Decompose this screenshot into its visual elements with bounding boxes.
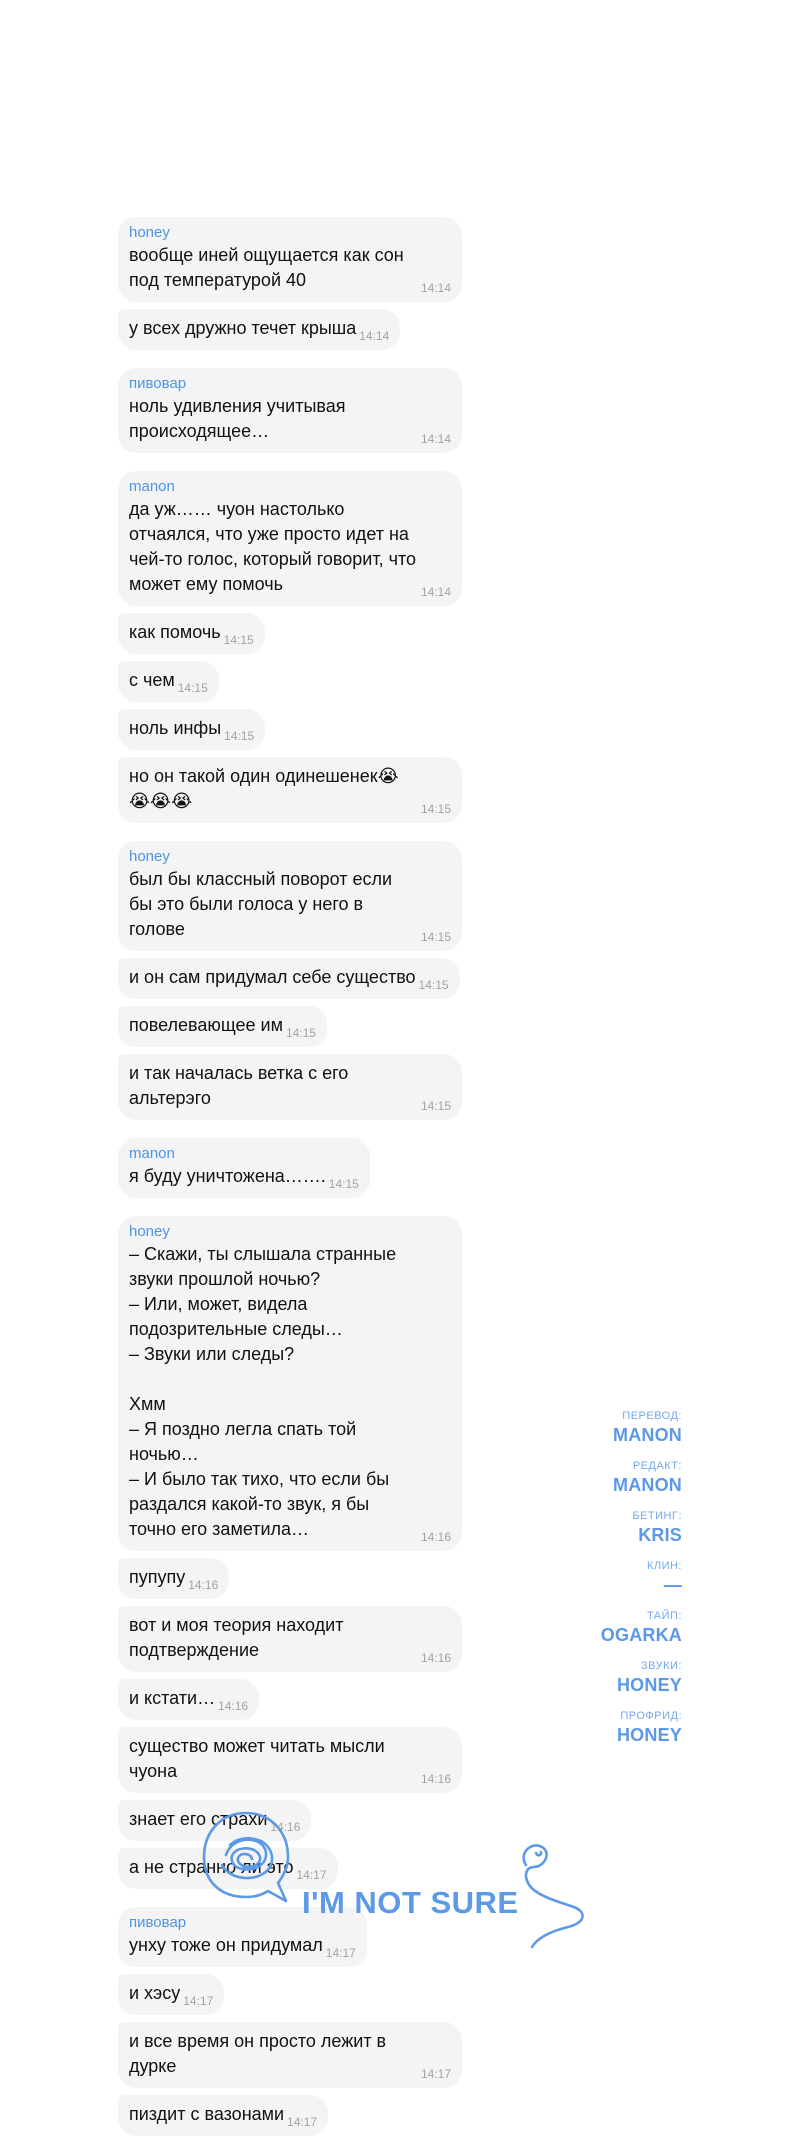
credit-role: ПЕРЕВОД: <box>622 1410 682 1422</box>
message-bubble[interactable]: и так началась ветка с его альтерэго 14:1… <box>118 1054 462 1120</box>
message-bubble[interactable]: и кстати… 14:16 <box>118 1679 260 1720</box>
message-text: вот и моя теория находит подтверждение <box>129 1615 349 1660</box>
sender-name[interactable]: manon <box>129 478 418 496</box>
message-text: но он такой один одинешенек😭😭😭😭 <box>129 766 399 811</box>
message-timestamp: 14:14 <box>359 329 390 343</box>
logo-text: I'M NOT SURE <box>302 1885 519 1920</box>
sender-name[interactable]: honey <box>129 848 418 866</box>
credit-entry: ТАЙП: OGARKA <box>601 1610 682 1647</box>
message-bubble[interactable]: и все время он просто лежит в дурке 14:17 <box>118 2022 462 2088</box>
message-bubble[interactable]: существо может читать мысли чуона 14:16 <box>118 1727 462 1793</box>
message-timestamp: 14:16 <box>420 1772 451 1786</box>
credit-name: MANON <box>613 1475 682 1495</box>
credit-name: HONEY <box>616 1675 682 1695</box>
message-text: я буду уничтожена……. <box>129 1166 326 1186</box>
credit-entry: ЗВУКИ: HONEY <box>601 1660 682 1697</box>
message-bubble[interactable]: и хэсу 14:17 <box>118 1974 225 2015</box>
message-text: и так началась ветка с его альтерэго <box>129 1063 354 1108</box>
message-timestamp: 14:14 <box>420 281 451 295</box>
message-text: как помочь <box>129 622 221 642</box>
message-text: пупупу <box>129 1567 186 1587</box>
message-bubble[interactable]: honey вообще иней ощущается как сон под т… <box>118 217 462 302</box>
message-timestamp: 14:15 <box>420 1099 451 1113</box>
credit-name: KRIS <box>638 1525 682 1545</box>
message-bubble[interactable]: но он такой один одинешенек😭😭😭😭 14:15 <box>118 757 462 823</box>
message-bubble[interactable]: manon я буду уничтожена……. 14:15 <box>118 1138 370 1198</box>
sender-name[interactable]: honey <box>129 1223 418 1241</box>
group-gap <box>118 1127 498 1138</box>
message-bubble[interactable]: ноль инфы 14:15 <box>118 709 266 750</box>
message-timestamp: 14:14 <box>420 432 451 446</box>
message-bubble[interactable]: honey был бы классный поворот если бы это… <box>118 841 462 951</box>
message-text: существо может читать мысли чуона <box>129 1736 390 1781</box>
message-timestamp: 14:17 <box>287 2115 318 2129</box>
message-bubble[interactable]: пупупу 14:16 <box>118 1558 230 1599</box>
message-timestamp: 14:16 <box>420 1530 451 1544</box>
credit-entry: РЕДАКТ: MANON <box>601 1460 682 1497</box>
message-bubble[interactable]: вот и моя теория находит подтверждение 14… <box>118 1606 462 1672</box>
group-gap <box>118 460 498 471</box>
message-text: повелевающее им <box>129 1015 283 1035</box>
message-text: был бы классный поворот если бы это были… <box>129 869 398 939</box>
message-timestamp: 14:16 <box>218 1699 249 1713</box>
message-bubble[interactable]: с чем 14:15 <box>118 661 219 702</box>
credit-name: OGARKA <box>600 1625 682 1645</box>
message-timestamp: 14:15 <box>177 681 208 695</box>
credit-role: БЕТИНГ: <box>632 1510 682 1522</box>
group-gap <box>118 1205 498 1216</box>
message-bubble[interactable]: и он сам придумал себе существо 14:15 <box>118 958 460 999</box>
message-timestamp: 14:16 <box>188 1578 219 1592</box>
message-timestamp: 14:15 <box>224 729 255 743</box>
message-timestamp: 14:15 <box>223 633 254 647</box>
message-text: и хэсу <box>129 1983 181 2003</box>
message-timestamp: 14:15 <box>420 802 451 816</box>
credit-name: HONEY <box>616 1725 682 1745</box>
message-bubble[interactable]: пивовар ноль удивления учитывая происходя… <box>118 368 462 453</box>
message-timestamp: 14:15 <box>418 978 449 992</box>
message-timestamp: 14:15 <box>285 1026 316 1040</box>
message-text: вообще иней ощущается как сон под темпер… <box>129 245 409 290</box>
credit-role: ЗВУКИ: <box>641 1660 682 1672</box>
message-text: с чем <box>129 670 175 690</box>
group-gap <box>118 830 498 841</box>
message-bubble[interactable]: manon да уж…… чуон настолько отчаялся, чт… <box>118 471 462 606</box>
message-text: ноль удивления учитывая происходящее… <box>129 396 351 441</box>
credit-entry: КЛИН: — <box>601 1560 682 1597</box>
message-text: – Скажи, ты слышала странные звуки прошл… <box>129 1244 397 1539</box>
credit-name: MANON <box>613 1425 682 1445</box>
message-timestamp: 14:17 <box>183 1994 214 2008</box>
message-timestamp: 14:15 <box>328 1177 359 1191</box>
message-timestamp: 14:17 <box>420 2067 451 2081</box>
credit-role: ПРОФРИД: <box>620 1710 682 1722</box>
message-bubble[interactable]: пиздит с вазонами 14:17 <box>118 2095 329 2136</box>
message-text: пиздит с вазонами <box>129 2104 285 2124</box>
sender-name[interactable]: пивовар <box>129 375 418 393</box>
credit-entry: БЕТИНГ: KRIS <box>601 1510 682 1547</box>
team-logo: I'M NOT SURE <box>196 1805 606 1951</box>
credit-role: ТАЙП: <box>646 1610 682 1622</box>
message-bubble[interactable]: повелевающее им 14:15 <box>118 1006 327 1047</box>
message-text: у всех дружно течет крыша <box>129 318 357 338</box>
sender-name[interactable]: honey <box>129 224 418 242</box>
message-bubble[interactable]: как помочь 14:15 <box>118 613 265 654</box>
scribble-speech-bubble-icon <box>202 1811 584 1949</box>
message-timestamp: 14:16 <box>420 1651 451 1665</box>
message-text: и он сам придумал себе существо <box>129 967 416 987</box>
message-text: да уж…… чуон настолько отчаялся, что уже… <box>129 499 422 594</box>
message-bubble[interactable]: у всех дружно течет крыша 14:14 <box>118 309 401 350</box>
credit-entry: ПЕРЕВОД: MANON <box>601 1410 682 1447</box>
credit-role: РЕДАКТ: <box>632 1460 682 1472</box>
credits-panel: ПЕРЕВОД: MANON РЕДАКТ: MANON БЕТИНГ: KRIS КЛИН… <box>601 1410 682 1760</box>
credit-entry: ПРОФРИД: HONEY <box>601 1710 682 1747</box>
message-timestamp: 14:14 <box>420 585 451 599</box>
message-timestamp: 14:15 <box>420 930 451 944</box>
message-text: и все время он просто лежит в дурке <box>129 2031 392 2076</box>
message-text: ноль инфы <box>129 718 222 738</box>
message-bubble[interactable]: honey – Скажи, ты слышала странные звуки … <box>118 1216 462 1551</box>
message-text: и кстати… <box>129 1688 216 1708</box>
sender-name[interactable]: manon <box>129 1145 326 1163</box>
credit-name: — <box>663 1575 682 1595</box>
credit-role: КЛИН: <box>646 1560 682 1572</box>
group-gap <box>118 357 498 368</box>
